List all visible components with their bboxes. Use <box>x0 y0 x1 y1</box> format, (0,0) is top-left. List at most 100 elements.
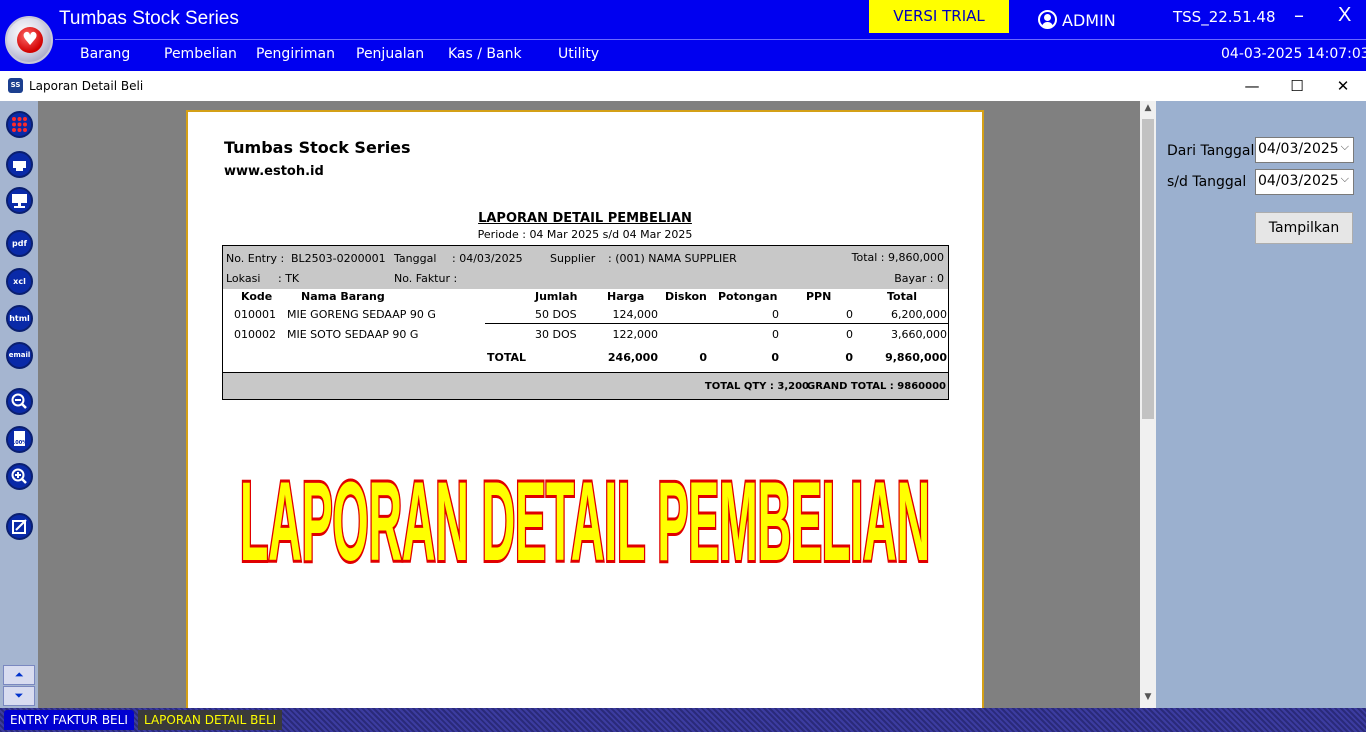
report-banner: LAPORAN DETAIL PEMBELIAN <box>237 456 933 582</box>
zoom-100-icon[interactable]: 100% <box>6 426 33 453</box>
version-label: TSS_22.51.48 <box>1173 8 1276 26</box>
row2-kode: 010002 <box>234 328 276 341</box>
total-label: TOTAL <box>487 351 527 364</box>
menu-kas-bank[interactable]: Kas / Bank <box>448 46 522 62</box>
user-icon <box>1038 10 1057 29</box>
app-close-button[interactable]: X <box>1338 4 1351 27</box>
heart-icon: ♥ <box>17 27 43 53</box>
report-website: www.estoh.id <box>224 164 324 179</box>
total-total: 9,860,000 <box>885 351 947 364</box>
entry-total: Total : 9,860,000 <box>851 251 944 264</box>
report-entry-block: No. Entry : BL2503-0200001 Tanggal : 04/… <box>222 245 949 400</box>
total-qty: TOTAL QTY : 3,200 <box>704 381 809 392</box>
app-logo: ♥ <box>5 16 53 64</box>
user-menu[interactable]: ADMIN <box>1038 10 1116 30</box>
menu-barang[interactable]: Barang <box>80 46 130 62</box>
report-title: LAPORAN DETAIL PEMBELIAN <box>478 211 692 226</box>
menu-pengiriman[interactable]: Pengiriman <box>256 46 335 62</box>
app-title: Tumbas Stock Series <box>59 8 239 29</box>
report-footer: TOTAL QTY : 3,200 GRAND TOTAL : 9860000 <box>223 372 948 399</box>
report-page: Tumbas Stock Series www.estoh.id LAPORAN… <box>186 110 984 708</box>
zoom-out-icon[interactable] <box>6 388 33 415</box>
tanggal-label: Tanggal <box>394 252 437 265</box>
row1-kode: 010001 <box>234 308 276 321</box>
scroll-up-icon[interactable]: ▲ <box>1142 103 1154 117</box>
tab-entry-faktur-beli[interactable]: ENTRY FAKTUR BELI <box>4 710 134 730</box>
print-icon[interactable] <box>6 151 33 178</box>
from-date-picker[interactable]: 04/03/2025 ⌵ <box>1255 137 1354 163</box>
bayar-value: Bayar : 0 <box>894 272 944 285</box>
grid-icon[interactable] <box>6 111 33 138</box>
to-date-picker[interactable]: 04/03/2025 ⌵ <box>1255 169 1354 195</box>
window-title: Laporan Detail Beli <box>29 79 144 93</box>
grand-total: GRAND TOTAL : 9860000 <box>807 381 946 392</box>
row2-ppn: 0 <box>846 328 853 341</box>
app-header: ♥ Tumbas Stock Series Barang Pembelian P… <box>0 0 1366 71</box>
row2-nama: MIE SOTO SEDAAP 90 G <box>287 328 419 341</box>
edit-icon[interactable] <box>6 513 33 540</box>
col-harga: Harga <box>607 290 645 303</box>
col-potongan: Potongan <box>718 290 778 303</box>
tab-laporan-detail-beli[interactable]: LAPORAN DETAIL BELI <box>138 710 283 730</box>
row1-potongan: 0 <box>772 308 779 321</box>
row1-harga: 124,000 <box>612 308 659 321</box>
row2-jumlah: 30 DOS <box>535 328 577 341</box>
export-html-button[interactable]: html <box>6 305 33 332</box>
report-toolbar: pdf xcl html email 100% ⏶ ⏷ <box>0 101 38 708</box>
no-entry-value: BL2503-0200001 <box>291 252 386 265</box>
col-ppn: PPN <box>806 290 832 303</box>
row2-total: 3,660,000 <box>891 328 947 341</box>
menu-utility[interactable]: Utility <box>558 46 599 62</box>
window-app-icon: SS <box>8 78 23 93</box>
entry-header: No. Entry : BL2503-0200001 Tanggal : 04/… <box>223 246 948 289</box>
menu-divider <box>55 39 1366 40</box>
window-close-button[interactable]: ✕ <box>1329 75 1357 97</box>
chevron-down-icon: ⌵ <box>1340 172 1349 185</box>
total-ppn: 0 <box>845 351 853 364</box>
report-preview[interactable]: Tumbas Stock Series www.estoh.id LAPORAN… <box>38 101 1140 708</box>
col-kode: Kode <box>241 290 273 303</box>
total-potongan: 0 <box>771 351 779 364</box>
tanggal-value: : 04/03/2025 <box>452 252 523 265</box>
no-entry-label: No. Entry : <box>226 252 285 265</box>
export-excel-button[interactable]: xcl <box>6 268 33 295</box>
row1-nama: MIE GORENG SEDAAP 90 G <box>287 308 436 321</box>
app-minimize-button[interactable]: – <box>1294 3 1304 27</box>
email-button[interactable]: email <box>6 342 33 369</box>
show-button[interactable]: Tampilkan <box>1255 212 1353 244</box>
col-diskon: Diskon <box>665 290 707 303</box>
window-maximize-button[interactable]: ☐ <box>1283 75 1311 97</box>
total-line-top <box>485 323 948 324</box>
scroll-thumb[interactable] <box>1142 119 1154 419</box>
filter-panel: Dari Tanggal 04/03/2025 ⌵ s/d Tanggal 04… <box>1156 101 1366 708</box>
col-total: Total <box>887 290 918 303</box>
row2-harga: 122,000 <box>612 328 659 341</box>
report-company: Tumbas Stock Series <box>224 138 411 157</box>
row1-total: 6,200,000 <box>891 308 947 321</box>
total-diskon: 0 <box>699 351 707 364</box>
chevron-down-icon: ⌵ <box>1340 140 1349 153</box>
menu-penjualan[interactable]: Penjualan <box>356 46 424 62</box>
supplier-value: : (001) NAMA SUPPLIER <box>608 252 737 265</box>
scroll-down-icon[interactable]: ▼ <box>1142 692 1154 706</box>
menu-pembelian[interactable]: Pembelian <box>164 46 237 62</box>
window-titlebar: SS Laporan Detail Beli — ☐ ✕ <box>0 71 1366 101</box>
trial-badge[interactable]: VERSI TRIAL <box>869 0 1009 33</box>
from-date-value: 04/03/2025 <box>1258 141 1339 157</box>
supplier-label: Supplier <box>550 252 596 265</box>
zoom-in-icon[interactable] <box>6 463 33 490</box>
datetime-label: 04-03-2025 14:07:03 <box>1221 46 1366 62</box>
to-date-value: 04/03/2025 <box>1258 173 1339 189</box>
row1-ppn: 0 <box>846 308 853 321</box>
faktur-label: No. Faktur : <box>394 272 458 285</box>
lokasi-value: : TK <box>278 272 300 285</box>
page-up-icon[interactable]: ⏶ <box>3 665 35 685</box>
preview-scrollbar[interactable]: ▲ ▼ <box>1140 101 1156 708</box>
total-harga: 246,000 <box>607 351 658 364</box>
to-date-label: s/d Tanggal <box>1167 174 1247 190</box>
window-minimize-button[interactable]: — <box>1238 75 1266 97</box>
row2-potongan: 0 <box>772 328 779 341</box>
export-pdf-button[interactable]: pdf <box>6 230 33 257</box>
page-down-icon[interactable]: ⏷ <box>3 686 35 706</box>
print-setup-icon[interactable] <box>6 187 33 214</box>
